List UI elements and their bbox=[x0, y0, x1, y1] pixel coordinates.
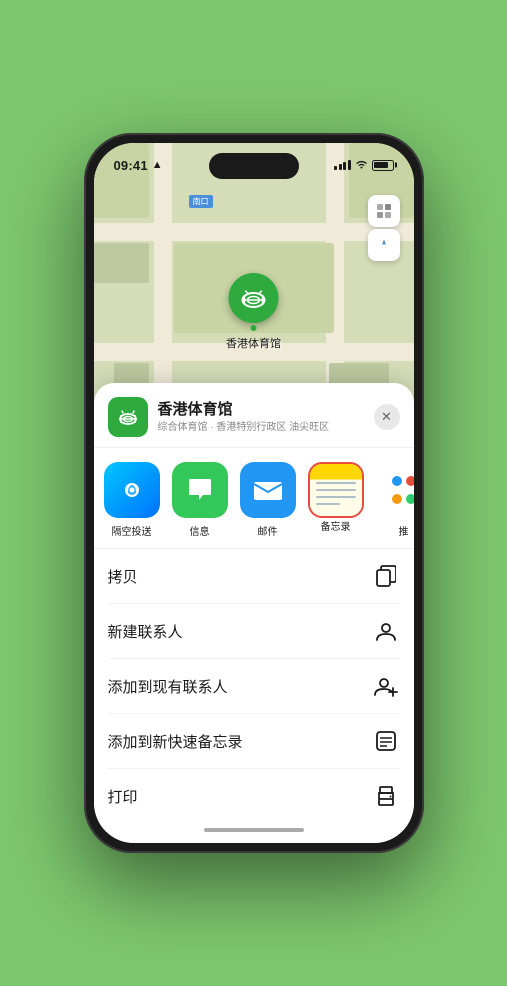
print-icon bbox=[372, 782, 400, 810]
share-item-more[interactable]: 推 bbox=[374, 462, 414, 538]
home-indicator bbox=[94, 823, 414, 843]
notes-line-3 bbox=[316, 496, 356, 498]
venue-header: 香港体育馆 综合体育馆 · 香港特别行政区 油尖旺区 ✕ bbox=[94, 383, 414, 448]
location-icon: ▲ bbox=[152, 159, 163, 171]
dynamic-island bbox=[209, 153, 299, 179]
dot-red bbox=[406, 476, 414, 486]
action-copy[interactable]: 拷贝 bbox=[108, 549, 400, 604]
phone-screen: 09:41 ▲ bbox=[94, 143, 414, 843]
notes-line-4 bbox=[316, 503, 340, 505]
mail-icon bbox=[240, 462, 296, 518]
signal-bars bbox=[334, 160, 351, 170]
action-print[interactable]: 打印 bbox=[108, 769, 400, 823]
notes-icon-inner bbox=[310, 464, 362, 516]
more-label: 推 bbox=[399, 523, 409, 538]
action-list: 拷贝 新建联系人 bbox=[94, 549, 414, 823]
dot-blue-1 bbox=[392, 476, 402, 486]
action-add-existing-label: 添加到现有联系人 bbox=[108, 676, 228, 697]
more-dots-container bbox=[376, 462, 414, 518]
action-new-contact-label: 新建联系人 bbox=[108, 621, 183, 642]
home-bar bbox=[204, 828, 304, 832]
dot-row-1 bbox=[390, 474, 414, 488]
notes-label: 备忘录 bbox=[321, 518, 351, 533]
dot-green bbox=[406, 494, 414, 504]
map-type-button[interactable] bbox=[368, 195, 400, 227]
notes-line-2 bbox=[316, 489, 356, 491]
map-controls bbox=[368, 195, 400, 261]
action-new-contact[interactable]: 新建联系人 bbox=[108, 604, 400, 659]
pin-dot bbox=[251, 325, 257, 331]
stadium-pin[interactable]: 香港体育馆 bbox=[226, 273, 281, 351]
more-dots bbox=[390, 474, 414, 506]
new-contact-icon bbox=[372, 617, 400, 645]
quick-note-icon bbox=[372, 727, 400, 755]
venue-subtitle: 综合体育馆 · 香港特别行政区 油尖旺区 bbox=[158, 421, 374, 434]
signal-bar-1 bbox=[334, 166, 337, 170]
messages-icon bbox=[172, 462, 228, 518]
share-item-mail[interactable]: 邮件 bbox=[238, 462, 298, 538]
bottom-sheet: 香港体育馆 综合体育馆 · 香港特别行政区 油尖旺区 ✕ bbox=[94, 383, 414, 843]
map-label-south-entrance: 南口 bbox=[189, 195, 213, 208]
venue-name: 香港体育馆 bbox=[158, 401, 374, 419]
action-copy-label: 拷贝 bbox=[108, 566, 138, 587]
map-road-h1 bbox=[94, 223, 414, 241]
map-building-3 bbox=[94, 243, 149, 283]
signal-bar-2 bbox=[339, 164, 342, 170]
signal-bar-4 bbox=[348, 160, 351, 170]
add-existing-contact-icon bbox=[372, 672, 400, 700]
dot-orange bbox=[392, 494, 402, 504]
airdrop-icon bbox=[104, 462, 160, 518]
mail-label: 邮件 bbox=[258, 523, 278, 538]
action-add-quick-note[interactable]: 添加到新快速备忘录 bbox=[108, 714, 400, 769]
pin-label: 香港体育馆 bbox=[226, 335, 281, 351]
notes-icon-wrapper bbox=[308, 462, 364, 518]
wifi-icon bbox=[355, 159, 368, 172]
messages-label: 信息 bbox=[190, 523, 210, 538]
share-item-airdrop[interactable]: 隔空投送 bbox=[102, 462, 162, 538]
pin-circle bbox=[229, 273, 279, 323]
share-item-notes[interactable]: 备忘录 bbox=[306, 462, 366, 538]
venue-info: 香港体育馆 综合体育馆 · 香港特别行政区 油尖旺区 bbox=[158, 401, 374, 434]
action-add-existing-contact[interactable]: 添加到现有联系人 bbox=[108, 659, 400, 714]
signal-bar-3 bbox=[343, 162, 346, 170]
venue-icon bbox=[108, 397, 148, 437]
battery-fill bbox=[374, 162, 388, 168]
share-item-messages[interactable]: 信息 bbox=[170, 462, 230, 538]
close-button[interactable]: ✕ bbox=[374, 404, 400, 430]
dot-row-2 bbox=[390, 492, 414, 506]
location-button[interactable] bbox=[368, 229, 400, 261]
status-icons bbox=[334, 159, 394, 172]
status-time: 09:41 bbox=[114, 158, 148, 173]
action-print-label: 打印 bbox=[108, 786, 138, 807]
share-row: 隔空投送 信息 bbox=[94, 448, 414, 549]
phone-frame: 09:41 ▲ bbox=[84, 133, 424, 853]
airdrop-label: 隔空投送 bbox=[112, 523, 152, 538]
notes-line-1 bbox=[316, 482, 356, 484]
action-add-quick-note-label: 添加到新快速备忘录 bbox=[108, 731, 243, 752]
copy-icon bbox=[372, 562, 400, 590]
battery-icon bbox=[372, 160, 394, 171]
